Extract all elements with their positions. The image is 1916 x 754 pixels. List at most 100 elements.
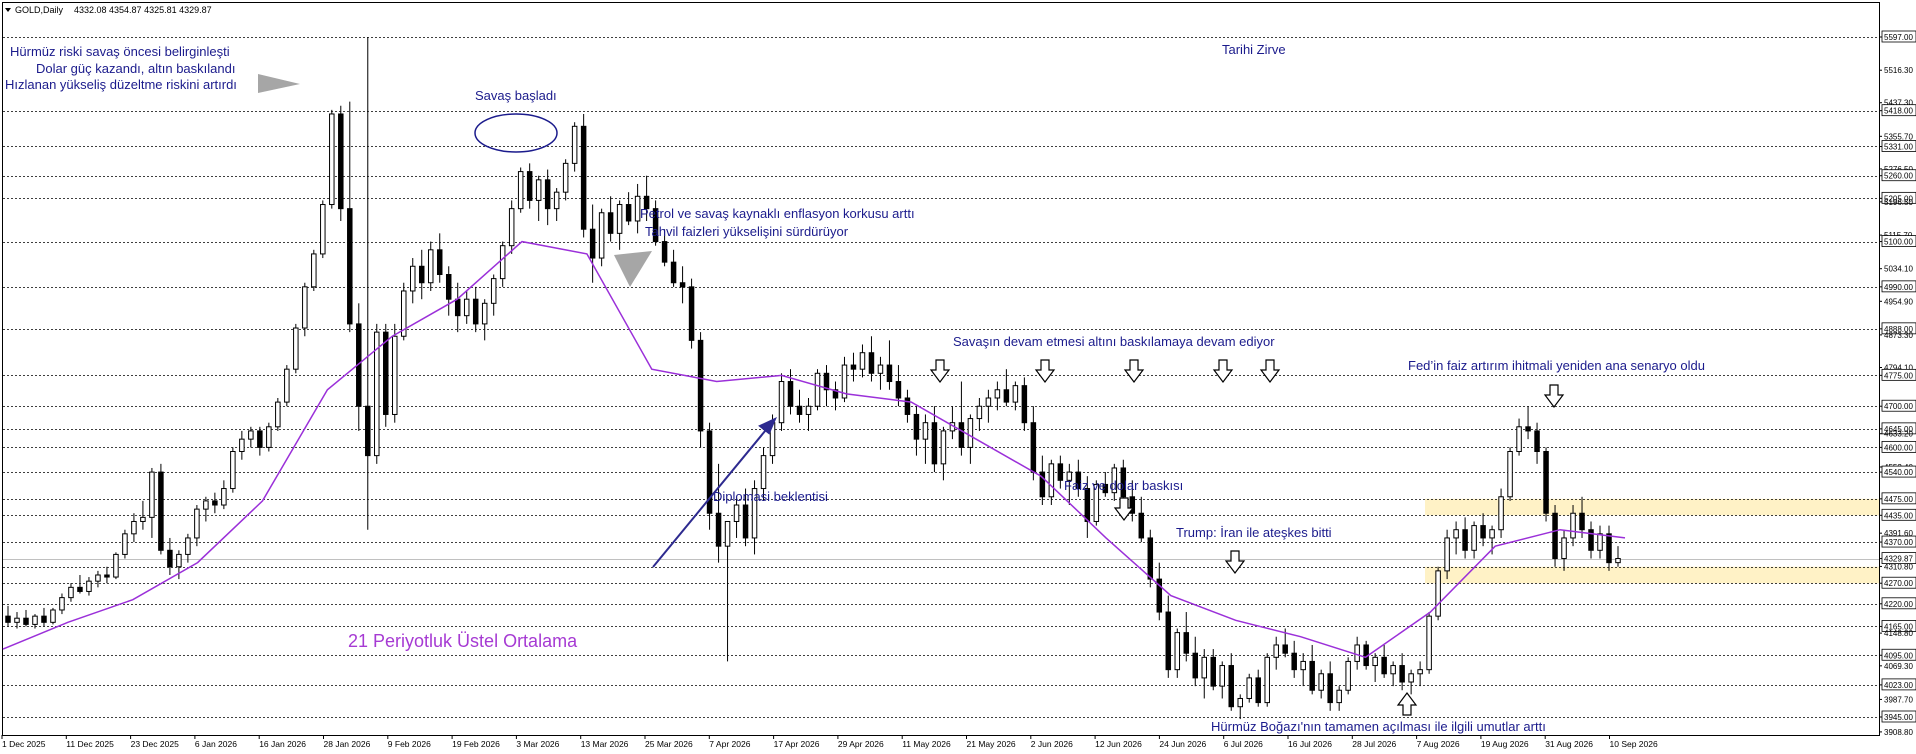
candle <box>284 365 290 407</box>
candle <box>1435 566 1441 621</box>
price-tick-label: 4069.30 <box>1884 662 1913 671</box>
symbol-label: GOLD,Daily <box>15 5 64 15</box>
price-tick-label: 5260.00 <box>1884 172 1913 181</box>
price-zone-0 <box>1425 498 1879 516</box>
candle <box>293 323 299 374</box>
candle <box>311 249 317 291</box>
price-tick-label: 5100.00 <box>1884 238 1913 247</box>
price-tick-label: 4220.00 <box>1884 600 1913 609</box>
candle <box>401 282 407 341</box>
candle <box>302 282 308 337</box>
time-tick-label: 6 Jan 2026 <box>195 739 237 749</box>
price-tick-label: 4540.00 <box>1884 468 1913 477</box>
annotation-diplomacy: Diplomasi beklentisi <box>713 489 828 504</box>
price-tick-label: 4310.80 <box>1884 562 1913 571</box>
candle <box>814 369 821 411</box>
price-tick-label: 5196.50 <box>1884 198 1913 207</box>
candle <box>275 397 281 431</box>
candle <box>392 323 398 423</box>
price-tick-label: 5516.30 <box>1884 66 1913 75</box>
time-tick-label: 13 Mar 2026 <box>581 739 629 749</box>
annotation-historic-peak: Tarihi Zirve <box>1222 42 1286 57</box>
candle <box>778 373 785 431</box>
candle <box>1264 653 1270 707</box>
price-tick-label: 4148.80 <box>1884 629 1913 638</box>
candle <box>50 607 56 625</box>
chart-header: GOLD,Daily 4332.08 4354.87 4325.81 4329.… <box>5 5 212 15</box>
candle <box>508 200 515 254</box>
price-tick-label: 4954.90 <box>1884 297 1913 306</box>
candle <box>230 447 236 493</box>
annotation-bond-yields: Tahvil faizleri yükselişini sürdürüyor <box>645 224 849 239</box>
price-tick-label: 4775.00 <box>1884 371 1913 380</box>
price-zone-1 <box>1425 566 1879 584</box>
candle <box>320 200 326 259</box>
time-tick-label: 6 Jul 2026 <box>1224 739 1263 749</box>
time-tick-label: 17 Apr 2026 <box>774 739 820 749</box>
candle <box>1543 447 1549 522</box>
candle <box>113 552 119 580</box>
candle <box>374 323 380 464</box>
price-tick-label: 5034.10 <box>1884 265 1913 274</box>
candle <box>1246 673 1252 703</box>
time-tick-label: 24 Jun 2026 <box>1159 739 1206 749</box>
price-tick-label: 3908.80 <box>1884 728 1913 737</box>
price-chart[interactable]: GOLD,Daily 4332.08 4354.87 4325.81 4329.… <box>0 0 1916 754</box>
time-tick-label: 16 Jan 2026 <box>259 739 306 749</box>
time-tick-label: 11 Dec 2025 <box>66 739 114 749</box>
price-tick-label: 4270.00 <box>1884 579 1913 588</box>
price-tick-label: 4370.00 <box>1884 538 1913 547</box>
price-tick-label: 4700.00 <box>1884 402 1913 411</box>
time-tick-label: 25 Mar 2026 <box>645 739 693 749</box>
candle <box>688 278 695 349</box>
time-tick-label: 1 Dec 2025 <box>2 739 46 749</box>
candle <box>338 105 344 221</box>
ohlc-values: 4332.08 4354.87 4325.81 4329.87 <box>74 5 212 15</box>
time-tick-label: 11 May 2026 <box>902 739 951 749</box>
price-tick-label: 4633.20 <box>1884 430 1913 439</box>
price-tick-label: 5597.00 <box>1884 33 1913 42</box>
annotation-hormuz-hopes: Hürmüz Boğazı'nın tamamen açılması ile i… <box>1211 719 1546 734</box>
annotation-correction-risk: Hızlanan yükseliş düzeltme riskini artır… <box>5 77 237 92</box>
annotation-war-started: Savaş başladı <box>475 88 557 103</box>
time-tick-label: 12 Jun 2026 <box>1095 739 1142 749</box>
time-tick-label: 31 Aug 2026 <box>1545 739 1593 749</box>
price-tick-label: 3945.00 <box>1884 713 1913 722</box>
price-tick-label: 4435.00 <box>1884 511 1913 520</box>
annotation-hormuz-risk: Hürmüz riski savaş öncesi belirginleşti <box>10 44 230 59</box>
candle <box>706 422 713 530</box>
time-tick-label: 10 Sep 2026 <box>1610 739 1658 749</box>
price-tick-label: 5418.00 <box>1884 107 1913 116</box>
candle <box>122 529 128 559</box>
time-tick-label: 28 Jan 2026 <box>324 739 371 749</box>
time-tick-label: 3 Mar 2026 <box>516 739 559 749</box>
price-tick-label: 5355.70 <box>1884 132 1913 141</box>
annotation-rate-dollar: Faiz ve dolar baskısı <box>1064 478 1183 493</box>
candle <box>580 113 587 238</box>
price-tick-label: 5331.00 <box>1884 142 1913 151</box>
annotation-war-pressure: Savaşın devam etmesi altını baskılamaya … <box>953 334 1275 349</box>
annotation-oil-inflation: Petrol ve savaş kaynaklı enflasyon korku… <box>640 206 915 221</box>
candle <box>697 332 704 448</box>
price-tick-label: 4600.00 <box>1884 443 1913 452</box>
annotation-dollar-strength: Dolar güç kazandı, altın baskılandı <box>36 61 235 76</box>
candle <box>598 208 605 267</box>
time-tick-label: 19 Feb 2026 <box>452 739 500 749</box>
time-tick-label: 28 Jul 2026 <box>1352 739 1396 749</box>
time-tick-label: 9 Feb 2026 <box>388 739 431 749</box>
candle <box>1552 505 1558 567</box>
annotation-fed-rate: Fed’in faiz artırım ihitmali yeniden ana… <box>1408 358 1705 373</box>
time-tick-label: 29 Apr 2026 <box>838 739 884 749</box>
price-tick-label: 3987.70 <box>1884 695 1913 704</box>
candle <box>1345 657 1351 695</box>
candle <box>1426 612 1432 674</box>
time-tick-label: 7 Aug 2026 <box>1417 739 1460 749</box>
candle <box>517 167 524 213</box>
candle <box>1021 377 1028 431</box>
price-tick-label: 4475.00 <box>1884 495 1913 504</box>
time-tick-label: 21 May 2026 <box>967 739 1016 749</box>
price-tick-label: 4023.00 <box>1884 681 1913 690</box>
time-tick-label: 23 Dec 2025 <box>131 739 179 749</box>
candle <box>158 463 164 555</box>
candle <box>266 422 272 452</box>
